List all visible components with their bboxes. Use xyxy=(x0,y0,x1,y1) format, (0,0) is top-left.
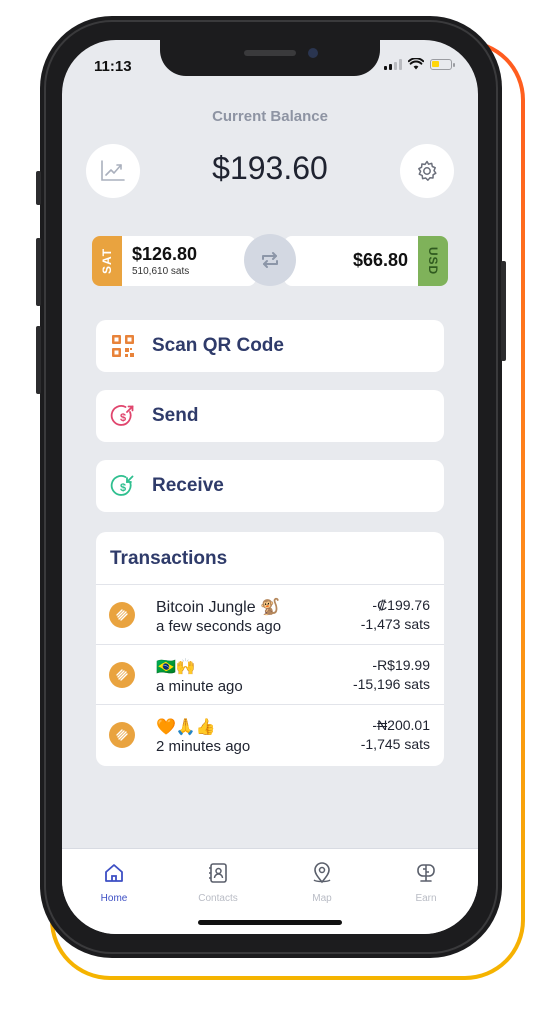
volume-up-button xyxy=(36,238,41,306)
scan-qr-code-label: Scan QR Code xyxy=(152,335,284,356)
svg-text:$: $ xyxy=(120,482,126,494)
transaction-row[interactable]: Bitcoin Jungle 🐒 a few seconds ago -₡199… xyxy=(96,584,444,645)
tab-home[interactable]: Home xyxy=(74,859,154,904)
settings-button[interactable] xyxy=(400,144,454,198)
notch xyxy=(160,40,380,76)
tab-earn-label: Earn xyxy=(415,893,437,904)
contacts-icon xyxy=(209,863,227,883)
transaction-amount: -₦200.01 xyxy=(372,717,430,733)
bitcoin-coin-icon xyxy=(109,602,135,628)
tab-home-label: Home xyxy=(100,893,128,904)
status-icons xyxy=(384,58,455,70)
transaction-amount: -R$19.99 xyxy=(372,657,430,673)
receive-label: Receive xyxy=(152,475,224,496)
tab-map-label: Map xyxy=(312,893,332,904)
svg-text:$: $ xyxy=(120,412,126,424)
tab-map[interactable]: Map xyxy=(282,859,362,904)
current-balance-label: Current Balance xyxy=(212,108,328,125)
usd-tag: USD xyxy=(418,236,448,286)
qr-code-icon xyxy=(112,335,134,357)
transaction-row[interactable]: 🇧🇷🙌 a minute ago -R$19.99 -15,196 sats xyxy=(96,644,444,705)
sat-wallet-sats: 510,610 sats xyxy=(132,266,190,277)
send-label: Send xyxy=(152,405,199,426)
swap-button[interactable] xyxy=(244,234,296,286)
receive-button[interactable]: $ Receive xyxy=(96,460,444,512)
home-icon xyxy=(105,864,123,882)
tab-contacts[interactable]: Contacts xyxy=(178,859,258,904)
bitcoin-coin-icon xyxy=(109,722,135,748)
speaker-grille xyxy=(244,50,296,56)
transaction-name: 🧡🙏👍 xyxy=(156,719,216,736)
send-money-icon: $ xyxy=(110,405,134,426)
battery-icon xyxy=(430,58,455,70)
mute-switch xyxy=(36,171,41,205)
transactions-title: Transactions xyxy=(110,548,228,569)
transaction-name: 🇧🇷🙌 xyxy=(156,659,196,676)
gear-icon xyxy=(418,160,437,181)
usd-wallet-value: $66.80 xyxy=(352,250,408,270)
transaction-time: a minute ago xyxy=(156,678,243,695)
bottom-tab-bar: Home Contacts Map Earn xyxy=(62,848,478,934)
status-time: 11:13 xyxy=(94,58,132,75)
transaction-row[interactable]: 🧡🙏👍 2 minutes ago -₦200.01 -1,745 sats xyxy=(96,704,444,765)
send-button[interactable]: $ Send xyxy=(96,390,444,442)
swap-arrows-icon xyxy=(262,252,278,268)
scan-qr-code-button[interactable]: Scan QR Code xyxy=(96,320,444,372)
tab-earn[interactable]: Earn xyxy=(386,859,466,904)
transaction-time: a few seconds ago xyxy=(156,618,282,635)
sat-wallet-card[interactable]: SAT $126.80 510,610 sats xyxy=(92,236,256,286)
transaction-name: Bitcoin Jungle 🐒 xyxy=(156,599,280,616)
home-indicator xyxy=(198,920,342,925)
transaction-sats: -15,196 sats xyxy=(352,676,430,692)
power-button xyxy=(501,261,506,361)
tab-contacts-label: Contacts xyxy=(198,893,238,904)
transaction-time: 2 minutes ago xyxy=(156,738,251,755)
transactions-card: Transactions Bitcoin Jungle 🐒 a few seco… xyxy=(96,532,444,766)
transaction-amount: -₡199.76 xyxy=(372,597,430,613)
usd-wallet-card[interactable]: $66.80 USD xyxy=(284,236,448,286)
app-screen: 11:13 Current Balance $193.60 SAT $126.8… xyxy=(62,40,478,934)
map-icon xyxy=(313,862,331,884)
sat-tag: SAT xyxy=(92,236,122,286)
bitcoin-coin-icon xyxy=(109,662,135,688)
sat-wallet-fiat-value: $126.80 xyxy=(132,244,198,264)
earn-icon xyxy=(417,864,435,882)
wifi-icon xyxy=(408,58,424,70)
volume-down-button xyxy=(36,326,41,394)
receive-money-icon: $ xyxy=(110,475,134,496)
transaction-sats: -1,473 sats xyxy=(360,616,430,632)
cellular-signal-icon xyxy=(384,58,402,70)
transaction-sats: -1,745 sats xyxy=(360,736,430,752)
front-camera xyxy=(308,48,318,58)
price-chart-button[interactable] xyxy=(86,144,140,198)
chart-trend-icon xyxy=(101,160,125,181)
